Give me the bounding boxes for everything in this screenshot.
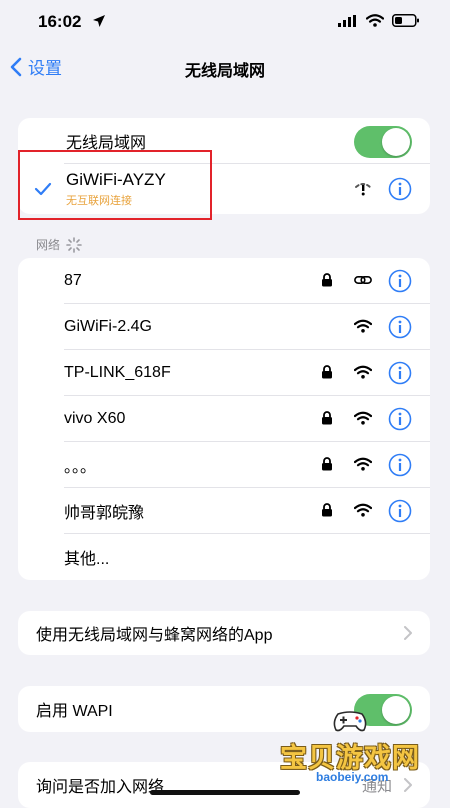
network-icons bbox=[318, 365, 372, 379]
network-row[interactable]: 帅哥郭皖豫 bbox=[18, 488, 430, 534]
info-icon[interactable] bbox=[388, 269, 412, 293]
status-bar: 16:02 bbox=[0, 0, 450, 46]
network-name: 。。。 bbox=[64, 459, 97, 476]
status-time: 16:02 bbox=[38, 12, 82, 31]
link-icon bbox=[354, 273, 372, 287]
network-icons bbox=[318, 503, 372, 517]
toggle-knob bbox=[382, 128, 410, 156]
status-indicators bbox=[338, 14, 420, 27]
navigation-bar: 设置 无线局域网 bbox=[0, 50, 450, 86]
network-name: 87 bbox=[64, 272, 82, 289]
network-name: vivo X60 bbox=[64, 410, 126, 427]
watermark-url: baobeiy.com bbox=[316, 770, 389, 784]
wlan-toggle-switch[interactable] bbox=[354, 126, 412, 158]
info-icon[interactable] bbox=[388, 407, 412, 431]
apps-row-label: 使用无线局域网与蜂窝网络的App bbox=[36, 627, 273, 644]
network-row[interactable]: GiWiFi-2.4G bbox=[18, 304, 430, 350]
lock-icon bbox=[318, 273, 336, 287]
gamepad-icon bbox=[333, 711, 367, 732]
battery-icon bbox=[392, 14, 419, 27]
network-name: GiWiFi-2.4G bbox=[64, 318, 152, 335]
wapi-label: 启用 WAPI bbox=[36, 703, 113, 720]
wifi-icon bbox=[354, 319, 372, 333]
loading-spinner-icon bbox=[66, 236, 82, 253]
network-row[interactable]: 87 bbox=[18, 258, 430, 304]
lock-icon bbox=[318, 503, 336, 517]
networks-card: 87 GiWiFi-2.4G TP-LINK_618Fvivo X60 。。。帅哥郭皖… bbox=[18, 258, 430, 580]
network-row[interactable]: TP-LINK_618F bbox=[18, 350, 430, 396]
info-icon[interactable] bbox=[388, 499, 412, 523]
other-network-row[interactable]: 其他... bbox=[18, 534, 430, 580]
networks-header: 网络 bbox=[36, 236, 82, 253]
wifi-icon bbox=[354, 411, 372, 425]
apps-card: 使用无线局域网与蜂窝网络的App bbox=[18, 611, 430, 655]
other-network-label: 其他... bbox=[64, 551, 110, 568]
home-indicator bbox=[150, 790, 300, 795]
wifi-icon bbox=[354, 503, 372, 517]
lock-icon bbox=[318, 457, 336, 471]
apps-row[interactable]: 使用无线局域网与蜂窝网络的App bbox=[18, 611, 430, 655]
network-name: TP-LINK_618F bbox=[64, 364, 171, 381]
page-title: 无线局域网 bbox=[184, 63, 265, 80]
network-row[interactable]: 。。。 bbox=[18, 442, 430, 488]
network-icons bbox=[318, 273, 372, 287]
network-name: 帅哥郭皖豫 bbox=[64, 505, 145, 522]
highlight-box bbox=[18, 150, 212, 220]
cellular-signal-icon bbox=[338, 14, 356, 27]
ask-join-label: 询问是否加入网络 bbox=[36, 779, 165, 796]
wifi-icon bbox=[354, 457, 372, 471]
watermark: 宝贝游戏网 baobeiy.com bbox=[270, 706, 440, 790]
chevron-right-icon bbox=[404, 626, 412, 640]
wifi-icon bbox=[354, 365, 372, 379]
info-icon[interactable] bbox=[388, 315, 412, 339]
network-icons bbox=[354, 319, 372, 333]
lock-icon bbox=[318, 411, 336, 425]
network-icons bbox=[318, 457, 372, 471]
info-icon[interactable] bbox=[388, 177, 412, 201]
network-row[interactable]: vivo X60 bbox=[18, 396, 430, 442]
wifi-status-icon bbox=[366, 14, 384, 27]
lock-icon bbox=[318, 365, 336, 379]
wifi-warning-icon bbox=[355, 183, 371, 196]
location-arrow-icon bbox=[93, 15, 105, 27]
info-icon[interactable] bbox=[388, 453, 412, 477]
networks-header-label: 网络 bbox=[36, 238, 61, 252]
network-icons bbox=[318, 411, 372, 425]
info-icon[interactable] bbox=[388, 361, 412, 385]
